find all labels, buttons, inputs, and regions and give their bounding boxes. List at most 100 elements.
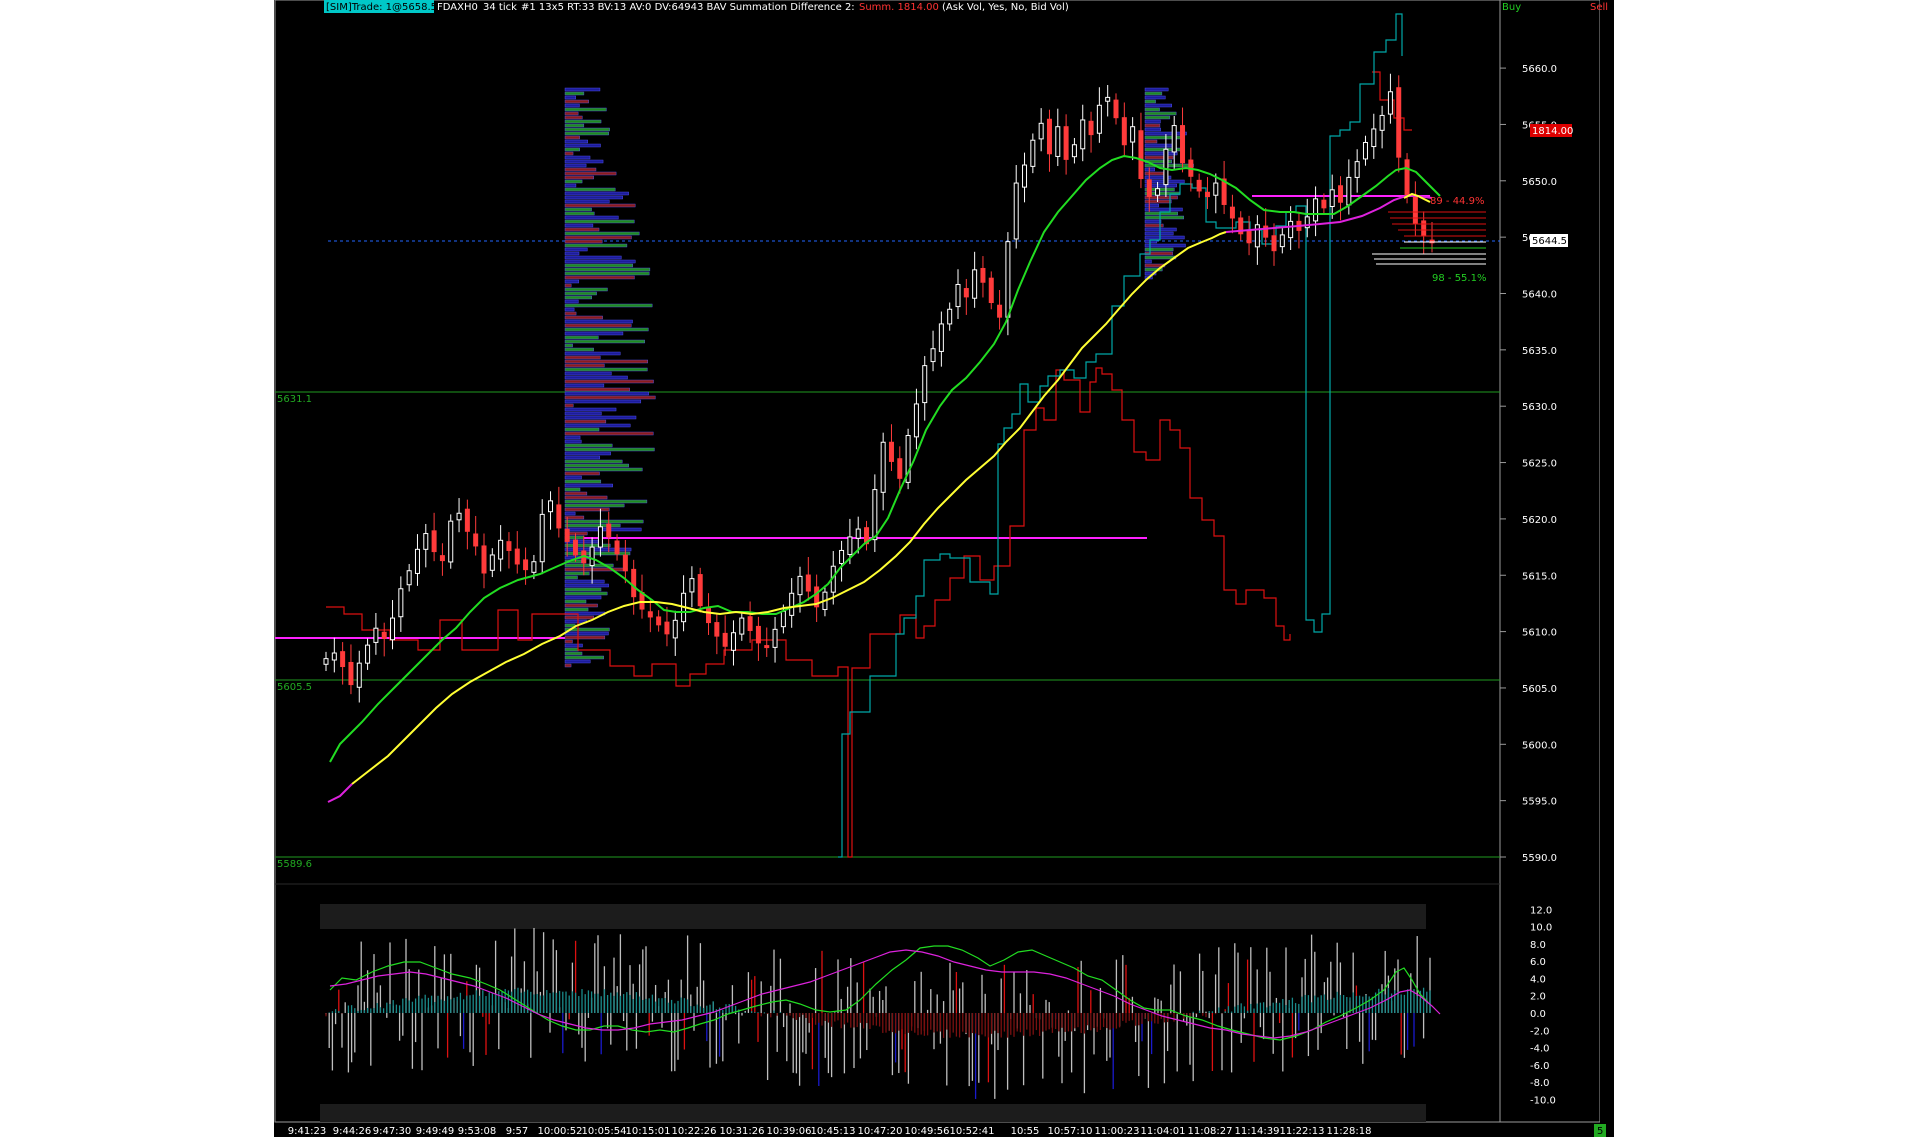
candle-body[interactable] (548, 500, 554, 513)
candle-body[interactable] (1196, 179, 1202, 192)
candle-body[interactable] (1321, 199, 1327, 209)
candle-body[interactable] (988, 277, 994, 304)
candle-body[interactable] (606, 523, 612, 538)
candle-body[interactable] (1121, 117, 1127, 146)
candle-body[interactable] (1313, 198, 1319, 222)
candle-body[interactable] (356, 662, 362, 688)
candle-body[interactable] (839, 549, 845, 565)
candle-body[interactable] (1163, 148, 1169, 186)
candle-body[interactable] (531, 561, 537, 573)
candle-body[interactable] (1071, 144, 1077, 158)
candle-body[interactable] (1271, 235, 1277, 252)
candle-body[interactable] (955, 283, 961, 308)
candle-body[interactable] (1229, 206, 1235, 219)
candle-body[interactable] (855, 528, 861, 539)
candle-body[interactable] (631, 568, 637, 598)
candle-body[interactable] (730, 632, 736, 651)
chart-window[interactable]: [SIM]Trade: 1@5658.5 FDAXH0 34 tick #1 1… (0, 0, 1916, 1137)
candle-body[interactable] (1387, 91, 1393, 115)
candle-body[interactable] (897, 458, 903, 479)
candle-body[interactable] (1030, 139, 1036, 167)
candle-body[interactable] (514, 548, 520, 565)
candle-body[interactable] (373, 627, 379, 643)
candle-body[interactable] (323, 658, 329, 665)
candle-body[interactable] (722, 632, 728, 647)
candle-body[interactable] (572, 539, 578, 556)
time-axis[interactable]: 9:41:23 9:44:26 9:47:30 9:49:49 9:53:08 9:57 1… (288, 1126, 1372, 1137)
candle-body[interactable] (689, 578, 695, 593)
candle-body[interactable] (1105, 96, 1111, 102)
candle-body[interactable] (930, 348, 936, 363)
candle-body[interactable] (406, 570, 412, 586)
candle-body[interactable] (747, 616, 753, 631)
candle-body[interactable] (614, 540, 620, 555)
candle-body[interactable] (739, 617, 745, 635)
candle-body[interactable] (439, 555, 445, 562)
candle-body[interactable] (805, 574, 811, 592)
candle-body[interactable] (913, 403, 919, 438)
candle-body[interactable] (1046, 118, 1052, 155)
candle-body[interactable] (880, 441, 886, 493)
candle-body[interactable] (1063, 126, 1069, 160)
candle-body[interactable] (1396, 87, 1402, 158)
candle-body[interactable] (1180, 125, 1186, 164)
candle-body[interactable] (456, 512, 462, 521)
candle-body[interactable] (1146, 179, 1152, 198)
candle-body[interactable] (448, 520, 454, 563)
candle-body[interactable] (340, 651, 346, 668)
candle-body[interactable] (1346, 176, 1352, 206)
candle-body[interactable] (597, 526, 603, 548)
candle-body[interactable] (1155, 188, 1161, 196)
candle-body[interactable] (1171, 125, 1177, 153)
candle-body[interactable] (556, 504, 562, 529)
candle-body[interactable] (1213, 182, 1219, 196)
candle-body[interactable] (1338, 185, 1344, 203)
candle-body[interactable] (331, 652, 337, 661)
candle-body[interactable] (539, 513, 545, 563)
candle-body[interactable] (997, 304, 1003, 318)
candle-body[interactable] (381, 631, 387, 639)
candle-body[interactable] (1005, 241, 1011, 318)
candle-body[interactable] (1412, 196, 1418, 225)
candle-body[interactable] (464, 508, 470, 532)
candle-body[interactable] (1113, 99, 1119, 119)
buy-button[interactable]: Buy (1502, 2, 1521, 13)
candle-body[interactable] (697, 574, 703, 607)
candle-body[interactable] (1371, 128, 1377, 148)
candle-body[interactable] (365, 644, 371, 664)
candle-body[interactable] (481, 545, 487, 574)
candle-body[interactable] (672, 619, 678, 639)
candle-body[interactable] (1354, 161, 1360, 178)
candle-body[interactable] (1379, 114, 1385, 131)
candle-body[interactable] (1362, 141, 1368, 160)
candle-body[interactable] (1055, 126, 1061, 157)
candle-body[interactable] (1130, 126, 1136, 143)
candle-body[interactable] (589, 546, 595, 567)
candle-body[interactable] (656, 616, 662, 626)
candle-body[interactable] (947, 308, 953, 325)
candle-body[interactable] (1421, 220, 1427, 237)
price-chart[interactable]: [SIM]Trade: 1@5658.5 FDAXH0 34 tick #1 1… (0, 0, 1916, 1137)
candle-body[interactable] (348, 661, 354, 686)
candle-body[interactable] (872, 489, 878, 541)
candle-body[interactable] (1022, 164, 1028, 188)
candle-body[interactable] (780, 610, 786, 628)
candle-body[interactable] (1088, 120, 1094, 136)
candle-body[interactable] (1096, 104, 1102, 134)
candle-body[interactable] (1080, 119, 1086, 150)
candle-body[interactable] (888, 441, 894, 462)
candle-body[interactable] (423, 533, 429, 550)
candle-body[interactable] (622, 554, 628, 572)
candle-body[interactable] (797, 575, 803, 596)
candle-body[interactable] (1288, 220, 1294, 239)
candle-body[interactable] (489, 554, 495, 571)
candle-body[interactable] (963, 288, 969, 298)
candle-body[interactable] (706, 607, 712, 624)
candle-body[interactable] (473, 533, 479, 547)
candle-body[interactable] (972, 269, 978, 299)
candle-body[interactable] (714, 622, 720, 637)
candle-body[interactable] (922, 365, 928, 404)
candle-body[interactable] (1404, 159, 1410, 198)
candle-body[interactable] (1204, 191, 1210, 198)
candle-body[interactable] (414, 548, 420, 574)
